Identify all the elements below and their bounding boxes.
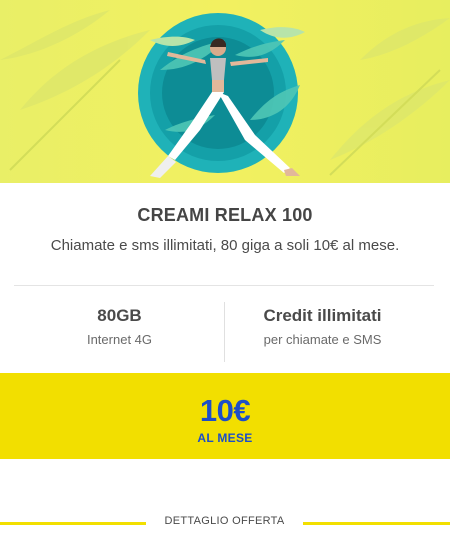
detail-line-left bbox=[0, 522, 146, 525]
hero-banner bbox=[0, 0, 450, 183]
feature-calls-caption: per chiamate e SMS bbox=[263, 332, 382, 347]
feature-calls-value: Credit illimitati bbox=[263, 306, 382, 325]
price-band: 10€ AL MESE bbox=[0, 373, 450, 459]
detail-line-right bbox=[303, 522, 450, 525]
offer-description: Chiamate e sms illimitati, 80 giga a sol… bbox=[50, 237, 400, 254]
hero-yoga-illustration bbox=[0, 10, 450, 178]
feature-data: 80GB Internet 4G bbox=[14, 306, 225, 347]
feature-calls: Credit illimitati per chiamate e SMS bbox=[225, 306, 420, 347]
price-period: AL MESE bbox=[197, 431, 253, 445]
divider bbox=[14, 285, 434, 286]
feature-data-value: 80GB bbox=[97, 306, 142, 325]
offer-title: CREAMI RELAX 100 bbox=[137, 205, 313, 225]
price-amount: 10€ bbox=[199, 393, 251, 428]
detail-offer-link[interactable]: DETTAGLIO OFFERTA bbox=[0, 513, 450, 533]
detail-offer-label[interactable]: DETTAGLIO OFFERTA bbox=[146, 515, 303, 527]
feature-data-caption: Internet 4G bbox=[86, 332, 153, 347]
